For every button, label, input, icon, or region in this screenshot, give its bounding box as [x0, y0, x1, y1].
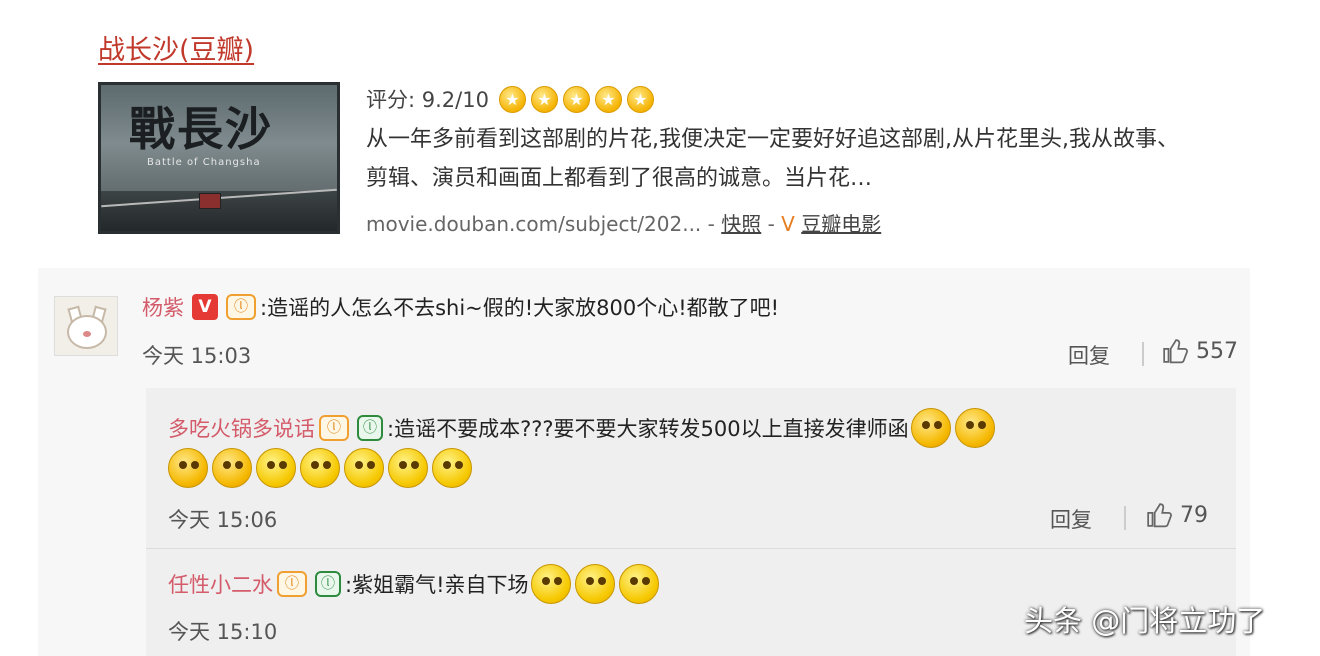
- reply-username[interactable]: 多吃火锅多说话: [168, 413, 315, 443]
- reply-line: 任性小二水 ⓛ ⓛ :紫姐霸气!亲自下场: [168, 564, 663, 604]
- reply-button[interactable]: 回复: [1050, 504, 1092, 534]
- reply-text: :紫姐霸气!亲自下场: [345, 573, 529, 597]
- star-icon: ★: [594, 85, 622, 113]
- smirk-emoji-icon: [344, 448, 384, 488]
- surprised-emoji-icon: [574, 564, 615, 604]
- star-icon: ★: [498, 85, 526, 113]
- result-snippet: 从一年多前看到这部剧的片花,我便决定一定要好好追这部剧,从片花里头,我从故事、剪…: [366, 127, 1179, 191]
- surprised-emoji-icon: [530, 564, 571, 604]
- member-badge-icon: ⓛ: [357, 415, 383, 441]
- reply-button[interactable]: 回复: [1068, 340, 1110, 370]
- avatar[interactable]: [54, 296, 118, 356]
- fan-badge-icon: ⓛ: [319, 415, 349, 441]
- verified-v-icon: V: [192, 294, 218, 320]
- poster-subtitle: Battle of Changsha: [147, 157, 261, 168]
- separator-dash: -: [707, 212, 715, 236]
- snapshot-link[interactable]: 快照: [721, 212, 761, 236]
- reply-username[interactable]: 任性小二水: [168, 569, 273, 599]
- thumbs-up-icon: [1147, 503, 1172, 528]
- reply-time: 今天 15:10: [168, 620, 278, 644]
- reply-divider: [146, 548, 1236, 549]
- angry-emoji-icon: [168, 448, 208, 488]
- action-divider: [1124, 506, 1126, 530]
- like-count: 79: [1180, 502, 1208, 528]
- star-rating: ★ ★ ★ ★ ★: [498, 85, 654, 113]
- poster-flag: [199, 193, 221, 209]
- star-icon: ★: [562, 85, 590, 113]
- comment-username[interactable]: 杨紫: [142, 292, 184, 322]
- comment-text: :造谣的人怎么不去shi~假的!大家放800个心!都散了吧!: [260, 296, 780, 320]
- verified-icon: V: [781, 212, 795, 236]
- smirk-emoji-icon: [256, 448, 296, 488]
- watermark-text: 头条 @门将立功了: [1024, 604, 1266, 638]
- thumbs-up-icon: [1163, 339, 1188, 364]
- rating-label: 评分: 9.2/10: [366, 88, 489, 112]
- reply-line: 多吃火锅多说话 ⓛ ⓛ :造谣不要成本???要不要大家转发500以上直接发律师函: [168, 408, 999, 448]
- avatar-nose: [83, 331, 91, 337]
- surprised-emoji-icon: [618, 564, 659, 604]
- poster-title: 戰長沙: [129, 102, 273, 156]
- angry-emoji-icon: [910, 408, 951, 448]
- comment-time: 今天 15:03: [142, 344, 252, 368]
- search-result-card: 战长沙(豆瓣) 戰長沙 Battle of Changsha 评分: 9.2/1…: [98, 22, 1218, 252]
- smirk-emoji-icon: [300, 448, 340, 488]
- action-divider: [1142, 342, 1144, 366]
- smirk-emoji-icon: [388, 448, 428, 488]
- emoji-row: [168, 448, 476, 488]
- result-url: movie.douban.com/subject/202...: [366, 212, 702, 236]
- separator-dash: -: [767, 212, 775, 236]
- result-title-link[interactable]: 战长沙(豆瓣): [98, 28, 254, 67]
- star-icon: ★: [530, 85, 558, 113]
- reply-time: 今天 15:06: [168, 508, 278, 532]
- like-count: 557: [1196, 338, 1238, 364]
- like-button[interactable]: 557: [1162, 338, 1238, 364]
- poster-image[interactable]: 戰長沙 Battle of Changsha: [98, 82, 340, 234]
- angry-emoji-icon: [212, 448, 252, 488]
- like-button[interactable]: 79: [1146, 502, 1208, 528]
- angry-emoji-icon: [954, 408, 995, 448]
- fan-badge-icon: ⓛ: [277, 571, 307, 597]
- star-icon: ★: [626, 85, 654, 113]
- source-site-link[interactable]: 豆瓣电影: [801, 212, 881, 236]
- comment-line: 杨紫 V ⓛ :造谣的人怎么不去shi~假的!大家放800个心!都散了吧!: [142, 292, 779, 322]
- result-source-row: movie.douban.com/subject/202... - 快照 - V…: [366, 208, 881, 237]
- smirk-emoji-icon: [432, 448, 472, 488]
- reply-text: :造谣不要成本???要不要大家转发500以上直接发律师函: [387, 417, 909, 441]
- fan-badge-icon: ⓛ: [226, 294, 256, 320]
- rating-row: 评分: 9.2/10 ★ ★ ★ ★ ★: [366, 84, 654, 114]
- member-badge-icon: ⓛ: [315, 571, 341, 597]
